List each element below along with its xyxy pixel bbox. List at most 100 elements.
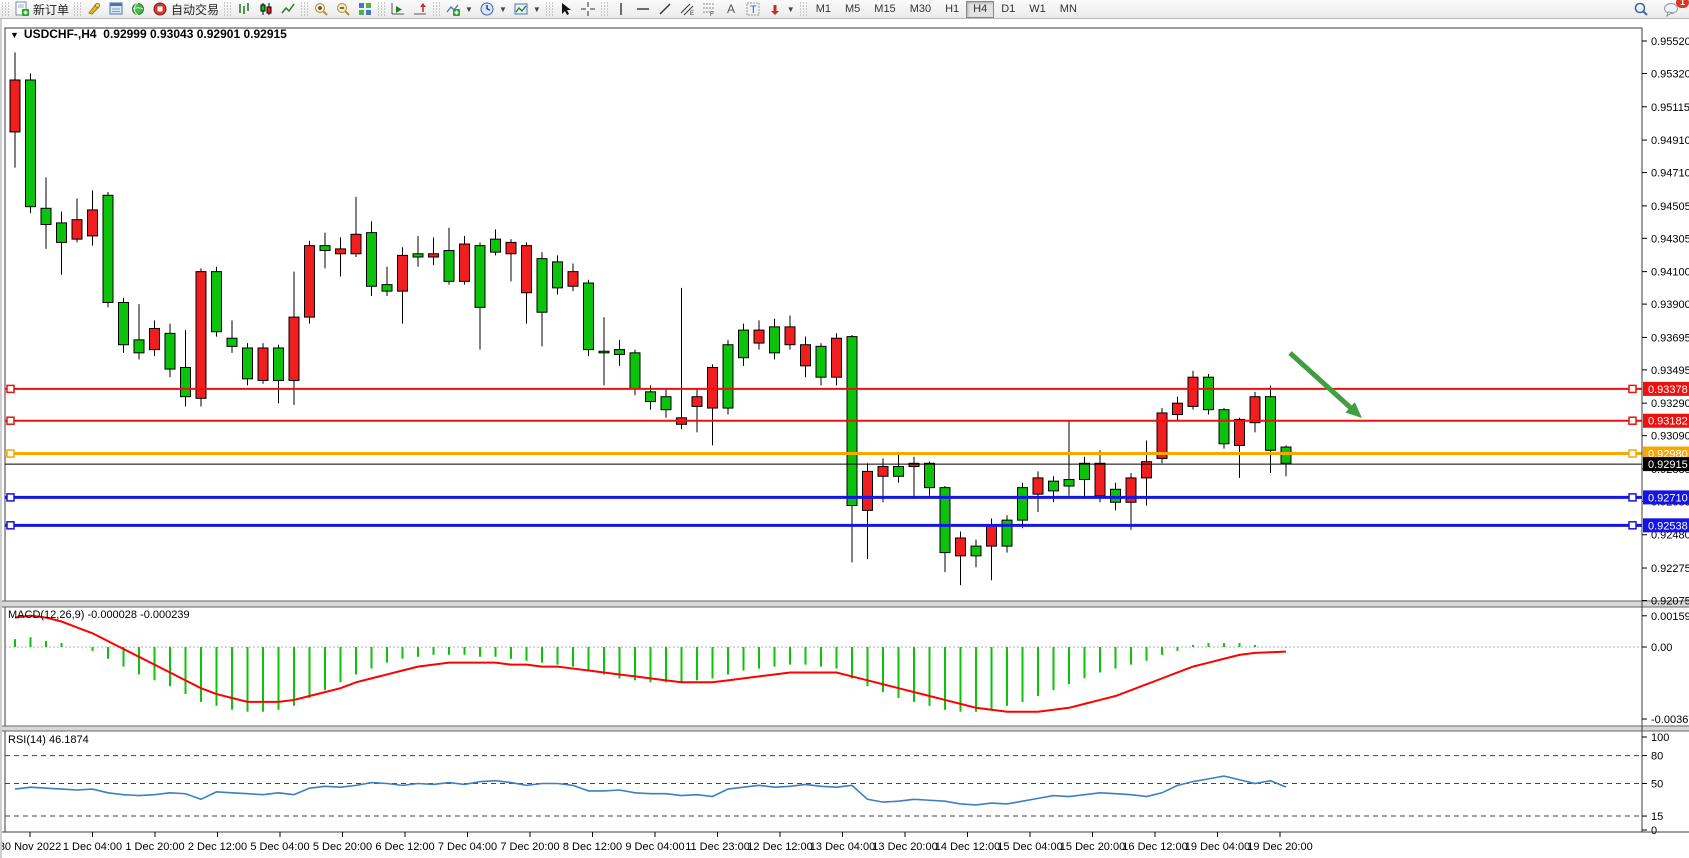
time-tick-label: 1 Dec 04:00 [63,841,122,853]
horizontal-line-button[interactable] [632,1,654,18]
candle-body-up [413,254,423,257]
hline-handle[interactable] [7,417,14,424]
pane-separator[interactable] [2,726,1689,731]
toolbar-separator [301,2,308,16]
time-tick-label: 7 Dec 20:00 [500,841,559,853]
timeframe-button-M1[interactable]: M1 [809,1,838,18]
hline-handle[interactable] [1629,522,1636,529]
hline-handle[interactable] [7,385,14,392]
time-tick-label: 30 Nov 2022 [2,841,61,853]
hline-handle[interactable] [7,522,14,529]
candle-body-up [320,246,330,251]
candlestick-icon [258,1,274,17]
periods-button[interactable]: ▼ [476,1,510,18]
timeframe-button-D1[interactable]: D1 [994,1,1022,18]
candle-body-down [1188,377,1198,406]
alerts-horn-button[interactable] [83,1,105,18]
quick-trade-caret-icon[interactable]: ▼ [10,30,19,40]
hline-handle[interactable] [1629,417,1636,424]
price-tick-label: 0.92075 [1651,596,1689,608]
toolbar-separator [224,2,231,16]
candle-body-up [1204,377,1214,409]
cursor-button[interactable] [555,1,577,18]
price-tick-label: 0.93900 [1651,299,1689,311]
toolbar-drag-handle[interactable] [2,2,9,16]
new-order-button[interactable]: 新订单 [11,1,72,18]
arrows-button[interactable]: ▼ [764,1,798,18]
new-order-icon [14,1,30,17]
price-tick-label: 0.94910 [1651,135,1689,147]
candle-body-up [770,327,780,353]
toolbar-separator [601,2,608,16]
indicators-button[interactable]: ▼ [442,1,476,18]
candle-body-up [274,348,284,380]
chart-shift-button[interactable] [409,1,431,18]
timeframe-button-H1[interactable]: H1 [938,1,966,18]
timeframe-button-M30[interactable]: M30 [903,1,938,18]
time-tick-label: 1 Dec 20:00 [125,841,184,853]
templates-button[interactable]: ▼ [510,1,544,18]
candle-body-down [1235,419,1245,445]
candle-body-down [754,330,764,343]
timeframe-button-H4[interactable]: H4 [966,1,994,18]
high-value: 0.93043 [150,27,193,41]
candle-body-down [258,348,268,380]
candle-body-up [134,340,144,353]
signals-button[interactable] [127,1,149,18]
text-button[interactable]: A [720,1,742,18]
zoom-in-button[interactable] [310,1,332,18]
chart-canvas[interactable]: 0.955200.953200.951150.949100.947100.945… [2,19,1689,858]
time-tick-label: 13 Dec 04:00 [810,841,875,853]
pane-separator[interactable] [2,601,1689,607]
auto-scroll-button[interactable] [387,1,409,18]
price-tick-label: 0.93290 [1651,398,1689,410]
candle-body-up [382,285,392,291]
auto-scroll-icon [390,1,406,17]
line-chart-button[interactable] [277,1,299,18]
toolbar-separator [800,2,807,16]
hline-handle[interactable] [7,494,14,501]
timeframe-button-M5[interactable]: M5 [838,1,867,18]
zoom-out-button[interactable] [332,1,354,18]
candle-body-up [1219,410,1229,444]
time-axis[interactable]: 30 Nov 20221 Dec 04:001 Dec 20:002 Dec 1… [2,832,1689,853]
macd-scale-top: 0.001592 [1651,611,1689,623]
candle-body-down [10,80,20,132]
bar-chart-icon [236,1,252,17]
candle-body-up [537,259,547,313]
candle-body-up [553,262,563,288]
candlestick-chart-button[interactable] [255,1,277,18]
hline-handle[interactable] [7,450,14,457]
bar-chart-button[interactable] [233,1,255,18]
hline-handle[interactable] [1629,450,1636,457]
timeframe-button-M15[interactable]: M15 [867,1,902,18]
candle-body-up [816,346,826,377]
svg-text:F: F [710,12,714,17]
candle-body-down [987,525,997,546]
trendline-button[interactable] [654,1,676,18]
candle-body-up [1281,447,1291,463]
time-tick-label: 11 Dec 23:00 [685,841,750,853]
candle-body-up [661,397,671,410]
timeframe-button-W1[interactable]: W1 [1022,1,1053,18]
hline-handle[interactable] [1629,385,1636,392]
vertical-line-button[interactable] [610,1,632,18]
candle-body-up [491,239,501,252]
price-axis[interactable]: 0.955200.953200.951150.949100.947100.945… [1642,28,1689,837]
channel-button[interactable]: E [676,1,698,18]
tile-windows-button[interactable] [354,1,376,18]
fibonacci-button[interactable]: F [698,1,720,18]
time-tick-label: 19 Dec 04:00 [1185,841,1250,853]
timeframe-button-MN[interactable]: MN [1053,1,1084,18]
chat-button[interactable]: 1 [1660,1,1683,18]
candle-body-up [739,330,749,358]
rsi-value: 46.1874 [49,734,89,746]
crosshair-button[interactable] [577,1,599,18]
candle-body-down [351,234,361,253]
hline-handle[interactable] [1629,494,1636,501]
search-button[interactable] [1630,1,1652,18]
svg-text:A: A [727,2,735,16]
data-window-button[interactable] [105,1,127,18]
text-label-button[interactable]: T [742,1,764,18]
autotrading-button[interactable]: 自动交易 [149,1,222,18]
